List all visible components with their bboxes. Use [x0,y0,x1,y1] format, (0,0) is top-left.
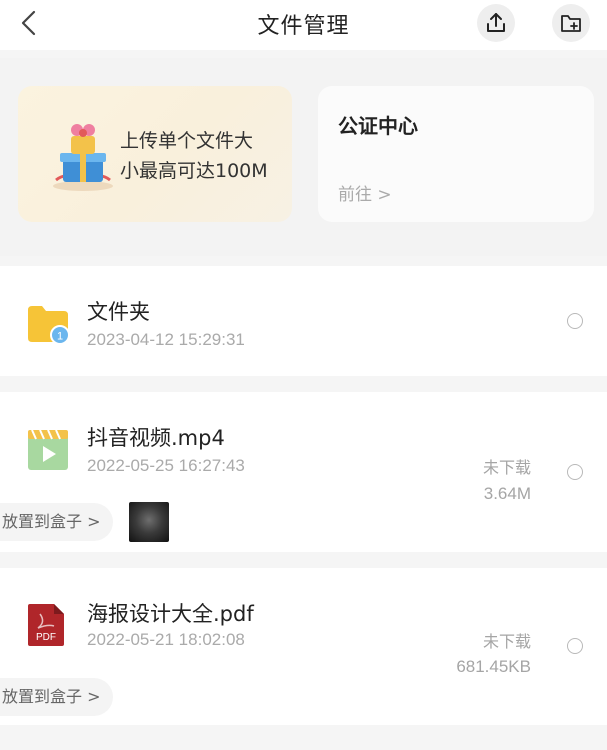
video-file-icon [28,429,68,470]
folder-icon-wrap: 1 [26,302,72,352]
select-radio[interactable] [567,464,583,480]
put-in-box-button[interactable]: 放置到盒子 > [0,678,113,716]
gift-box-icon [53,124,113,191]
promo-text-line1: 上传单个文件大 [120,130,254,152]
file-name: 海报设计大全.pdf [87,602,254,626]
page-title: 文件管理 [257,14,350,39]
select-radio[interactable] [567,638,583,654]
file-date: 2023-04-12 15:29:31 [87,330,245,349]
pdf-label: PDF [36,632,56,643]
upload-icon [487,13,505,32]
list-item-folder[interactable]: 1 文件夹 2023-04-12 15:29:31 [0,266,607,376]
list-item-video[interactable]: 抖音视频.mp4 2022-05-25 16:27:43 未下载 3.64M 放… [0,392,607,552]
promo-text: 上传单个文件大 小最高可达100M [120,126,290,186]
download-status: 未下载 [482,632,531,651]
file-name: 抖音视频.mp4 [87,426,225,450]
upload-promo-card: 上传单个文件大 小最高可达100M [18,86,292,222]
folder-icon: 1 [28,306,70,345]
file-date: 2022-05-21 18:02:08 [87,630,245,649]
video-thumbnail[interactable] [129,502,169,542]
notary-center-card[interactable]: 公证中心 前往 > [318,86,594,222]
file-date: 2022-05-25 16:27:43 [87,456,245,475]
list-item-pdf[interactable]: PDF 海报设计大全.pdf 2022-05-21 18:02:08 未下载 6… [0,568,607,725]
select-radio[interactable] [567,313,583,329]
video-icon-wrap [26,428,70,476]
new-folder-icon [561,15,581,32]
pdf-file-icon: PDF [28,604,64,646]
file-size: 3.64M [483,484,531,503]
new-folder-button[interactable] [552,4,590,42]
download-status: 未下载 [482,458,531,477]
put-in-box-button[interactable]: 放置到盒子 > [0,503,113,541]
file-size: 681.45KB [456,657,531,676]
file-name: 文件夹 [87,300,150,324]
top-bar: 文件管理 [0,0,607,50]
notary-center-link[interactable]: 前往 > [338,180,392,205]
pdf-icon-wrap: PDF [26,602,68,652]
notary-center-title: 公证中心 [338,114,418,138]
folder-badge-count: 1 [57,331,63,343]
banner-area: 上传单个文件大 小最高可达100M 公证中心 前往 > [0,58,607,256]
upload-button[interactable] [477,4,515,42]
promo-text-line2: 小最高可达100M [120,160,268,182]
